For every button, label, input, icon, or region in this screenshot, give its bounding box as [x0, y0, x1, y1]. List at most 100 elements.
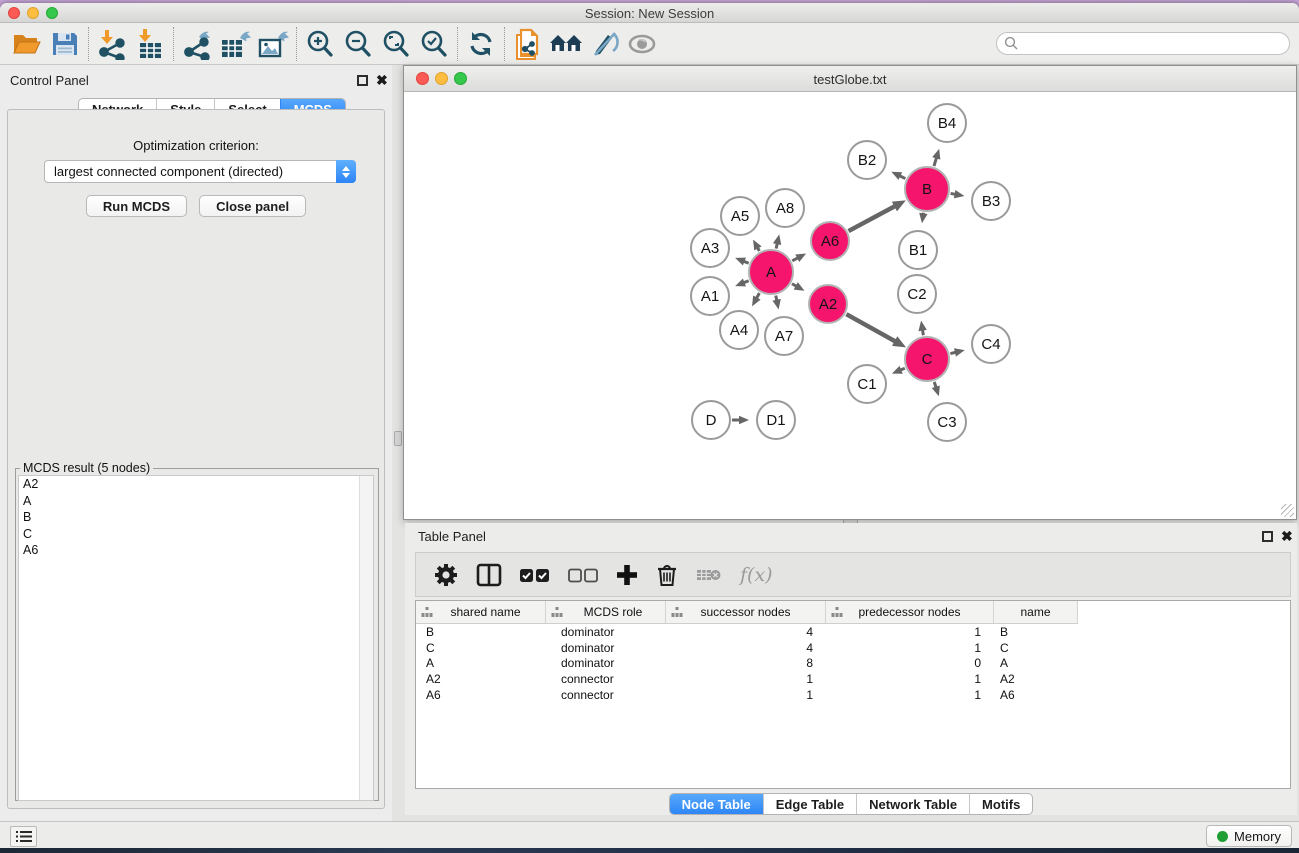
graph-node-label: D	[706, 412, 717, 429]
table-row[interactable]: Bdominator41B	[416, 624, 1290, 640]
save-session-icon[interactable]	[46, 27, 84, 61]
graph-node-label: A4	[730, 322, 748, 339]
table-row[interactable]: A2connector11A2	[416, 671, 1290, 687]
search-input[interactable]	[996, 32, 1290, 55]
toolbar-separator	[88, 27, 89, 61]
mcds-result-group: MCDS result (5 nodes) A2ABCA6	[15, 461, 379, 801]
window-titlebar: Session: New Session	[0, 3, 1299, 23]
table-cell: A2	[994, 672, 1078, 686]
graph-node-label: C	[922, 351, 933, 368]
graph-edge-arrowhead	[932, 149, 940, 160]
resize-grip-icon[interactable]	[1281, 504, 1294, 517]
toolbar-separator	[457, 27, 458, 61]
open-session-icon[interactable]	[8, 27, 46, 61]
column-header-predecessor-nodes[interactable]: predecessor nodes	[826, 601, 994, 623]
column-header-shared-name[interactable]: shared name	[416, 601, 546, 623]
graph-node-label: A3	[701, 240, 719, 257]
table-cell: 4	[666, 641, 826, 655]
add-icon[interactable]	[616, 564, 638, 586]
zoom-out-icon[interactable]	[339, 27, 377, 61]
tab-motifs[interactable]: Motifs	[969, 794, 1032, 814]
list-scrollbar[interactable]	[359, 476, 373, 800]
float-table-panel-icon[interactable]	[1262, 531, 1273, 542]
run-mcds-button[interactable]: Run MCDS	[86, 195, 187, 217]
window-title: Session: New Session	[0, 6, 1299, 21]
table-cell: A6	[994, 688, 1078, 702]
graph-node-label: A6	[821, 233, 839, 250]
mcds-result-list[interactable]: A2ABCA6	[18, 475, 374, 801]
hide-labels-icon[interactable]	[585, 27, 623, 61]
refresh-icon[interactable]	[462, 27, 500, 61]
graph-node-label: C2	[907, 286, 926, 303]
table-cell: dominator	[546, 656, 666, 670]
mcds-result-item[interactable]: A6	[19, 542, 373, 559]
deselect-all-icon[interactable]	[568, 567, 598, 583]
mcds-result-item[interactable]: A2	[19, 476, 373, 493]
delete-table-icon[interactable]	[696, 566, 722, 584]
graph-node-label: A1	[701, 288, 719, 305]
table-cell: 1	[666, 672, 826, 686]
table-cell: 1	[826, 625, 994, 639]
main-area: Control Panel ✖ Network Style Select MCD…	[0, 65, 1299, 821]
graph-node-label: B	[922, 181, 932, 198]
column-header-mcds-role[interactable]: MCDS role	[546, 601, 666, 623]
table-cell: B	[994, 625, 1078, 639]
table-cell: 0	[826, 656, 994, 670]
table-panel: Table Panel ✖	[405, 523, 1297, 815]
table-panel-title: Table Panel	[418, 529, 486, 544]
zoom-in-icon[interactable]	[301, 27, 339, 61]
function-builder-icon[interactable]: f(x)	[740, 564, 773, 586]
vertical-divider-handle[interactable]	[394, 431, 402, 446]
tab-edge-table[interactable]: Edge Table	[763, 794, 856, 814]
table-row[interactable]: Adominator80A	[416, 655, 1290, 671]
zoom-fit-icon[interactable]	[377, 27, 415, 61]
network-graph[interactable]: B4B2BB3A5A8A6B1A3AC2A1A2A4A7C4CC1C3DD1	[404, 92, 1296, 519]
export-image-icon[interactable]	[254, 27, 292, 61]
home-icon[interactable]	[547, 27, 585, 61]
zoom-selected-icon[interactable]	[415, 27, 453, 61]
table-cell: A	[994, 656, 1078, 670]
criterion-dropdown[interactable]: largest connected component (directed)	[44, 160, 356, 183]
table-cell: 1	[826, 641, 994, 655]
sort-icon	[421, 606, 433, 618]
close-panel-button[interactable]: Close panel	[199, 195, 306, 217]
export-network-icon[interactable]	[178, 27, 216, 61]
graph-edge-A6-B[interactable]	[849, 206, 897, 232]
mcds-result-title: MCDS result (5 nodes)	[20, 461, 153, 475]
tab-network-table[interactable]: Network Table	[856, 794, 969, 814]
table-row[interactable]: A6connector11A6	[416, 687, 1290, 703]
mcds-result-item[interactable]: A	[19, 493, 373, 510]
task-history-button[interactable]	[10, 826, 37, 847]
graph-node-label: B1	[909, 242, 927, 259]
select-all-icon[interactable]	[520, 567, 550, 583]
graph-edge-arrowhead	[919, 213, 927, 224]
table-cell: 1	[666, 688, 826, 702]
close-table-panel-icon[interactable]: ✖	[1281, 531, 1293, 542]
memory-button[interactable]: Memory	[1206, 825, 1292, 847]
show-details-icon[interactable]	[623, 27, 661, 61]
columns-icon[interactable]	[476, 563, 502, 587]
table-row[interactable]: Cdominator41C	[416, 640, 1290, 656]
mcds-result-item[interactable]: C	[19, 526, 373, 543]
network-view-window: testGlobe.txt B4B2BB3A5A8A6B1A3AC2A1A2A4…	[403, 65, 1297, 520]
export-table-icon[interactable]	[216, 27, 254, 61]
graph-edge-arrowhead	[773, 234, 781, 245]
close-panel-icon[interactable]: ✖	[376, 75, 388, 86]
import-table-icon[interactable]	[131, 27, 169, 61]
sort-icon	[831, 606, 843, 618]
tab-node-table[interactable]: Node Table	[670, 794, 763, 814]
control-panel: Control Panel ✖ Network Style Select MCD…	[0, 65, 392, 821]
import-network-icon[interactable]	[93, 27, 131, 61]
delete-icon[interactable]	[656, 563, 678, 587]
network-window-title: testGlobe.txt	[404, 72, 1296, 87]
table-cell: connector	[546, 688, 666, 702]
mcds-result-item[interactable]: B	[19, 509, 373, 526]
table-cell: 8	[666, 656, 826, 670]
float-panel-icon[interactable]	[357, 75, 368, 86]
column-header-name[interactable]: name	[994, 601, 1078, 623]
column-header-successor-nodes[interactable]: successor nodes	[666, 601, 826, 623]
graph-edge-A2-C[interactable]	[846, 314, 896, 342]
graph-node-label: B2	[858, 152, 876, 169]
gear-icon[interactable]	[434, 563, 458, 587]
clone-network-icon[interactable]	[509, 27, 547, 61]
